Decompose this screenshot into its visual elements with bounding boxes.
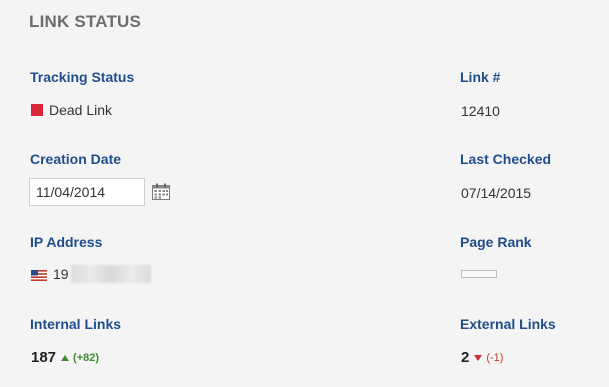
panel-title: LINK STATUS <box>29 12 142 31</box>
link-status-panel: LINK STATUS Tracking Status Dead Link Li… <box>0 0 609 387</box>
creation-date-label: Creation Date <box>30 151 122 167</box>
ip-address-value: 19 <box>31 265 151 283</box>
page-rank-label: Page Rank <box>460 234 532 250</box>
ip-address-label: IP Address <box>30 234 103 250</box>
tracking-status-text: Dead Link <box>49 102 113 118</box>
tracking-status-value: Dead Link <box>31 102 112 118</box>
ip-address-prefix: 19 <box>53 266 69 282</box>
status-indicator-icon <box>31 104 43 116</box>
page-rank-bar <box>461 270 497 278</box>
arrow-up-icon <box>61 354 70 361</box>
calendar-icon[interactable] <box>152 183 170 200</box>
creation-date-input[interactable] <box>29 178 145 206</box>
internal-links-delta: (+82) <box>73 351 100 364</box>
external-links-count: 2 <box>461 349 470 366</box>
internal-links-count: 187 <box>31 349 57 366</box>
redacted-ip-block <box>70 265 151 283</box>
link-number-value: 12410 <box>461 103 500 119</box>
external-links-value: 2 (-1) <box>461 349 503 366</box>
arrow-down-icon <box>474 354 483 361</box>
tracking-status-label: Tracking Status <box>30 69 135 85</box>
last-checked-label: Last Checked <box>460 151 552 167</box>
external-links-label: External Links <box>460 316 556 332</box>
link-number-label: Link # <box>460 69 501 85</box>
external-links-delta: (-1) <box>486 351 504 364</box>
internal-links-value: 187 (+82) <box>31 349 99 366</box>
internal-links-label: Internal Links <box>30 316 122 332</box>
us-flag-icon <box>31 269 47 281</box>
last-checked-value: 07/14/2015 <box>461 185 532 201</box>
